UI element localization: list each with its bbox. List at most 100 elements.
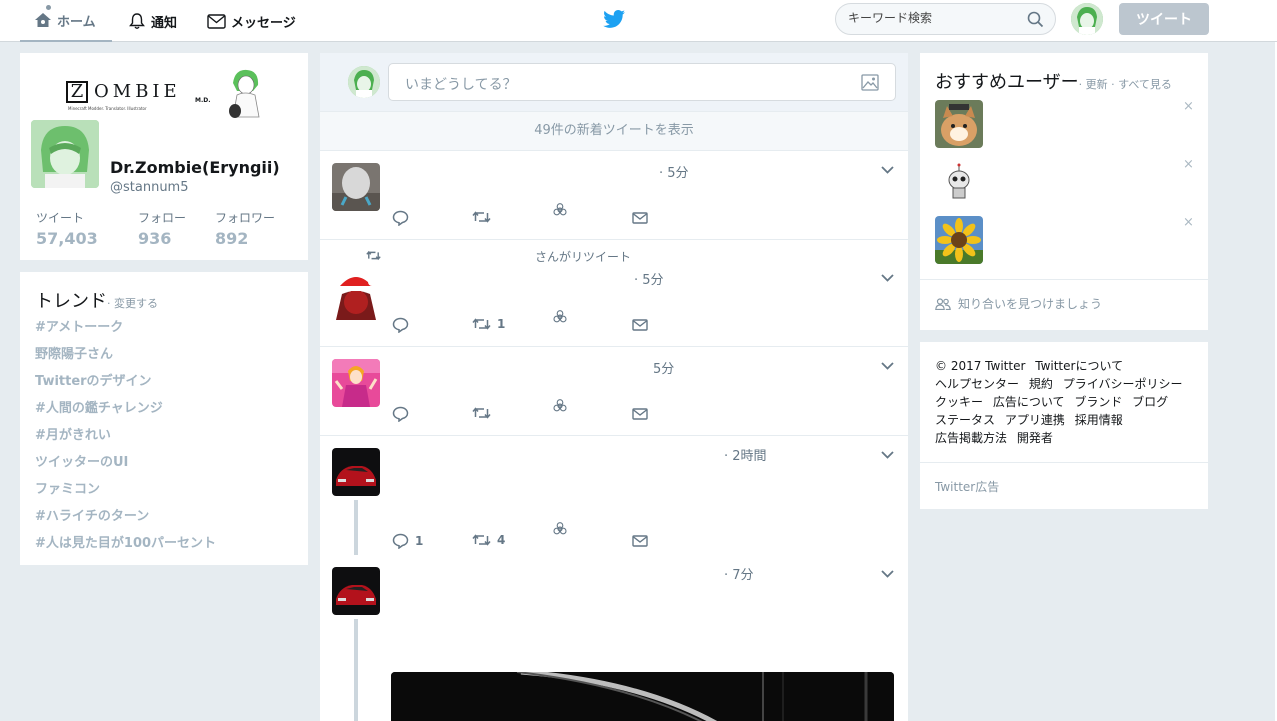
footer-link[interactable]: プライバシーポリシー <box>1063 377 1183 391</box>
user-avatar-menu[interactable] <box>1071 3 1103 35</box>
chevron-down-icon[interactable] <box>881 166 894 174</box>
footer-link[interactable]: 広告掲載方法 <box>935 431 1007 445</box>
retweet-icon[interactable] <box>472 317 491 331</box>
search-icon[interactable] <box>1027 11 1044 28</box>
reply-icon[interactable] <box>392 533 409 549</box>
dismiss-suggestion-button[interactable]: × <box>1183 215 1194 230</box>
envelope-icon[interactable] <box>632 319 648 331</box>
compose-input[interactable]: いまどうしてる？ <box>388 63 896 101</box>
dismiss-suggestion-button[interactable]: × <box>1183 157 1194 172</box>
like-action[interactable] <box>553 399 573 413</box>
footer-link[interactable]: 採用情報 <box>1075 413 1123 427</box>
trend-item[interactable]: ツイッターのUI <box>35 451 128 470</box>
tweet-timestamp[interactable]: · 2時間 <box>724 445 767 464</box>
direct-message-action[interactable] <box>632 212 654 224</box>
profile-avatar[interactable] <box>29 118 101 190</box>
reply-action[interactable]: 1 <box>392 533 423 549</box>
stat-following[interactable]: フォロー 936 <box>138 209 186 248</box>
tweet-timestamp[interactable]: · 5分 <box>634 269 664 288</box>
tweet-timestamp[interactable]: 5分 <box>653 358 674 377</box>
trend-item[interactable]: #月がきれい <box>35 424 111 443</box>
who-to-follow-links[interactable]: · 更新 · すべて見る <box>1079 78 1172 91</box>
reply-action[interactable] <box>392 210 415 226</box>
footer-link[interactable]: 広告について <box>993 395 1065 409</box>
biohazard-like-icon[interactable] <box>553 203 567 217</box>
footer-link[interactable]: ブログ <box>1132 395 1168 409</box>
retweet-icon[interactable] <box>472 210 491 224</box>
reply-icon[interactable] <box>392 210 409 226</box>
stat-tweets[interactable]: ツイート 57,403 <box>36 209 98 248</box>
trend-item[interactable]: #アメトーーク <box>35 316 123 335</box>
retweet-action[interactable]: 1 <box>472 317 505 331</box>
chevron-down-icon[interactable] <box>881 451 894 459</box>
reply-icon[interactable] <box>392 406 409 422</box>
direct-message-action[interactable] <box>632 319 654 331</box>
footer-link[interactable]: ステータス <box>935 413 995 427</box>
footer-link[interactable]: クッキー <box>935 395 983 409</box>
biohazard-like-icon[interactable] <box>553 522 567 536</box>
tweet-author-avatar[interactable] <box>332 448 380 496</box>
retweet-icon[interactable] <box>472 406 491 420</box>
tweet[interactable]: さんがリツイート · 5分 1 <box>320 240 908 347</box>
retweet-icon[interactable] <box>472 533 491 547</box>
tweet[interactable]: · 5分 <box>320 151 908 240</box>
footer-link[interactable]: Twitterについて <box>1035 359 1123 373</box>
direct-message-action[interactable] <box>632 535 654 547</box>
envelope-icon[interactable] <box>632 212 648 224</box>
trend-item[interactable]: 野際陽子さん <box>35 343 113 362</box>
trend-item[interactable]: #人間の鑑チャレンジ <box>35 397 163 416</box>
suggested-user-avatar[interactable] <box>935 100 983 148</box>
stat-followers[interactable]: フォロワー 892 <box>215 209 275 248</box>
direct-message-action[interactable] <box>632 408 654 420</box>
chevron-down-icon[interactable] <box>881 274 894 282</box>
retweet-action[interactable] <box>472 210 497 224</box>
tweet[interactable]: · 2時間 1 4 <box>320 436 908 555</box>
suggested-user-avatar[interactable] <box>935 216 983 264</box>
twitter-bird-icon[interactable] <box>603 10 626 29</box>
tweet-button[interactable]: ツイート <box>1119 3 1209 35</box>
twitter-ads-link[interactable]: Twitter広告 <box>935 478 999 495</box>
reply-action[interactable] <box>392 317 415 333</box>
image-upload-icon[interactable] <box>861 74 879 91</box>
envelope-icon[interactable] <box>632 408 648 420</box>
like-action[interactable] <box>553 203 573 217</box>
dismiss-suggestion-button[interactable]: × <box>1183 99 1194 114</box>
search-box[interactable] <box>835 3 1056 35</box>
envelope-icon[interactable] <box>632 535 648 547</box>
tweet-author-avatar[interactable] <box>332 359 380 407</box>
footer-link[interactable]: アプリ連携 <box>1005 413 1065 427</box>
biohazard-like-icon[interactable] <box>553 399 567 413</box>
nav-notifications[interactable]: 通知 <box>128 0 177 42</box>
tweet-author-avatar[interactable] <box>332 567 380 615</box>
profile-name[interactable]: Dr.Zombie(Eryngii) <box>110 158 280 177</box>
tweet-media-image[interactable] <box>391 672 894 721</box>
retweeted-by-note[interactable]: さんがリツイート <box>535 248 631 265</box>
tweet-timestamp[interactable]: · 7分 <box>724 564 754 583</box>
tweet-author-avatar[interactable] <box>332 163 380 211</box>
new-tweets-bar[interactable]: 49件の新着ツイートを表示 <box>320 111 908 151</box>
trend-item[interactable]: #人は見た目が100パーセント <box>35 532 216 551</box>
retweet-action[interactable]: 4 <box>472 533 505 547</box>
nav-home[interactable]: ホーム <box>20 0 112 42</box>
find-friends-link[interactable]: 知り合いを見つけましょう <box>935 295 1102 312</box>
biohazard-like-icon[interactable] <box>553 310 567 324</box>
trend-item[interactable]: Twitterのデザイン <box>35 370 152 389</box>
footer-link[interactable]: ブランド <box>1074 395 1122 409</box>
tweet-author-avatar[interactable] <box>332 272 380 320</box>
nav-messages[interactable]: メッセージ <box>207 0 296 42</box>
reply-action[interactable] <box>392 406 415 422</box>
trends-change-link[interactable]: · 変更する <box>107 297 158 310</box>
trend-item[interactable]: ファミコン <box>35 478 100 497</box>
reply-icon[interactable] <box>392 317 409 333</box>
profile-handle[interactable]: @stannum5 <box>110 180 189 195</box>
suggested-user-avatar[interactable] <box>935 158 983 206</box>
like-action[interactable] <box>553 310 573 324</box>
like-action[interactable] <box>553 522 573 536</box>
footer-link[interactable]: 規約 <box>1029 377 1053 391</box>
tweet[interactable]: 5分 <box>320 347 908 436</box>
footer-link[interactable]: 開発者 <box>1017 431 1053 445</box>
chevron-down-icon[interactable] <box>881 570 894 578</box>
search-input[interactable] <box>848 11 1018 25</box>
trend-item[interactable]: #ハライチのターン <box>35 505 149 524</box>
chevron-down-icon[interactable] <box>881 362 894 370</box>
